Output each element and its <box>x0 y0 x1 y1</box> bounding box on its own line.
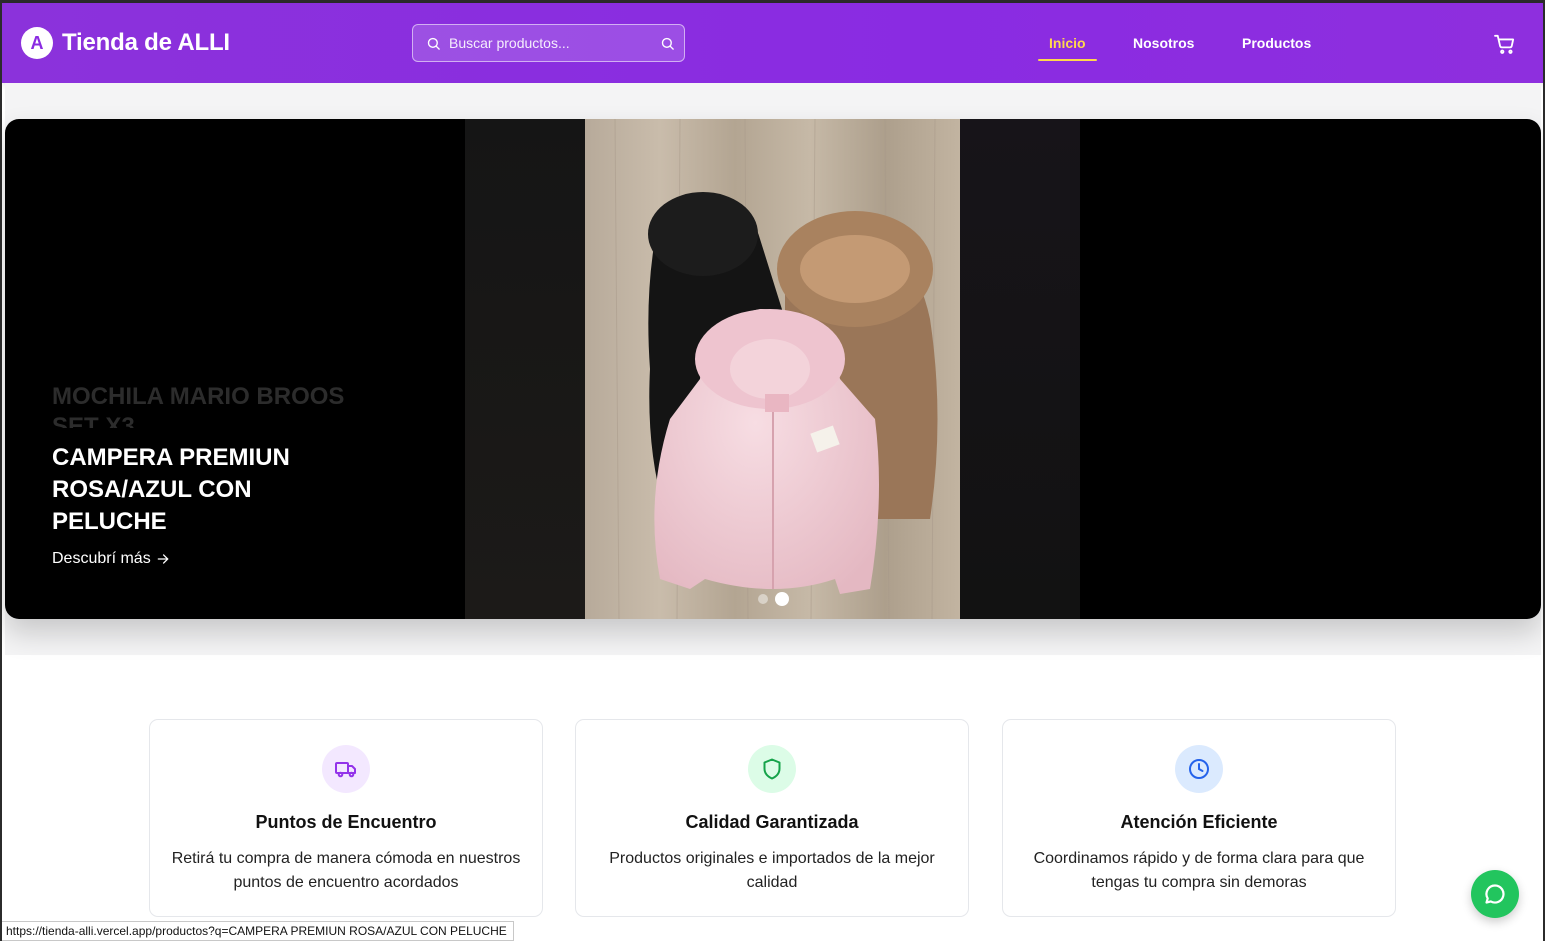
logo-link[interactable]: A Tienda de ALLI <box>21 27 230 59</box>
shopping-cart-icon[interactable] <box>1494 34 1516 54</box>
site-header: A Tienda de ALLI Inicio Nosotros Product… <box>2 3 1543 83</box>
carousel-dot-2-active[interactable] <box>775 592 789 606</box>
hero-title: CAMPERA PREMIUN ROSA/AZUL CON PELUCHE <box>52 444 290 535</box>
arrow-right-icon <box>157 554 169 564</box>
hero-cta-label: Descubrí más <box>52 550 151 567</box>
window-frame-left <box>0 0 2 941</box>
chat-bubble-icon <box>1485 884 1505 904</box>
feature-description: Productos originales e importados de la … <box>609 850 935 891</box>
truck-icon <box>322 745 370 793</box>
search-icon <box>427 37 440 50</box>
search-box <box>412 24 685 62</box>
hero-image-edge-right <box>960 119 1080 619</box>
status-bar-url: https://tienda-alli.vercel.app/productos… <box>0 921 514 941</box>
nav-nosotros[interactable]: Nosotros <box>1133 35 1194 51</box>
search-submit-icon[interactable] <box>660 36 675 51</box>
nav-productos[interactable]: Productos <box>1242 35 1311 51</box>
nav-active-indicator <box>1038 59 1097 61</box>
carousel-dot-1[interactable] <box>758 594 768 604</box>
chat-button[interactable] <box>1471 870 1519 918</box>
nav-inicio[interactable]: Inicio <box>1049 35 1086 51</box>
feature-card-atencion: Atención Eficiente Coordinamos rápido y … <box>1002 719 1396 917</box>
clock-icon <box>1175 745 1223 793</box>
feature-description: Coordinamos rápido y de forma clara para… <box>1033 850 1365 891</box>
hero-image-edge-left <box>465 119 585 619</box>
search-input[interactable] <box>449 25 649 61</box>
site-title: Tienda de ALLI <box>62 29 230 56</box>
logo-badge: A <box>21 27 53 59</box>
feature-card-puntos: Puntos de Encuentro Retirá tu compra de … <box>149 719 543 917</box>
feature-title: Atención Eficiente <box>1120 812 1278 832</box>
feature-title: Calidad Garantizada <box>685 812 859 832</box>
hero-carousel[interactable]: MOCHILA MARIO BROOS SET X3 CAMPERA PREMI… <box>5 119 1541 619</box>
feature-card-calidad: Calidad Garantizada Productos originales… <box>575 719 969 917</box>
hero-previous-title: MOCHILA MARIO BROOS SET X3 <box>52 383 345 428</box>
feature-title: Puntos de Encuentro <box>255 812 437 832</box>
product-image-jackets[interactable] <box>585 119 960 619</box>
shield-icon <box>748 745 796 793</box>
hero-cta-link[interactable]: Descubrí más <box>52 550 170 568</box>
feature-description: Retirá tu compra de manera cómoda en nue… <box>171 850 521 891</box>
